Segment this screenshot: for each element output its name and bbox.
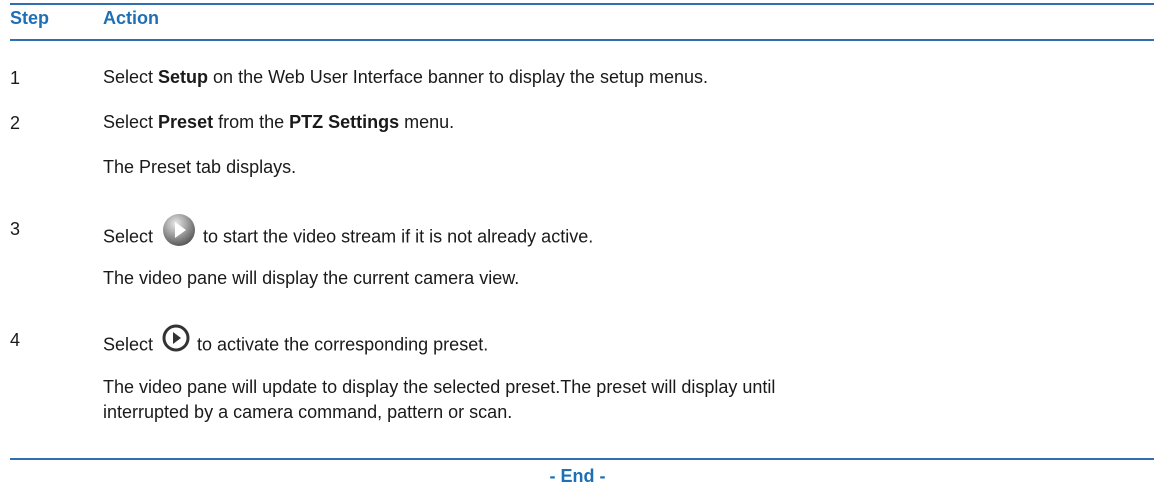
step-4-result-line-2: interrupted by a camera command, pattern… <box>103 402 513 422</box>
end-marker: - End - <box>549 466 606 486</box>
step-1-pre: Select <box>103 67 159 87</box>
step-2-mid: from the <box>213 112 290 132</box>
step-number-4: 4 <box>10 330 21 350</box>
step-number-1: 1 <box>10 68 21 88</box>
step-4-result-line-1: The video pane will update to display th… <box>103 377 776 397</box>
step-1-bold-setup: Setup <box>158 67 209 87</box>
step-3-result: The video pane will display the current … <box>103 268 520 288</box>
step-2-post: menu. <box>399 112 455 132</box>
procedure-table: Step Action 1 Select Setup on the Web Us… <box>0 0 1155 490</box>
step-3-post: to start the video stream if it is not a… <box>203 226 594 247</box>
step-2-result: The Preset tab displays. <box>103 157 297 177</box>
step-2-bold-ptz-settings: PTZ Settings <box>289 112 400 132</box>
step-3-pre: Select <box>103 226 154 247</box>
activate-preset-icon <box>161 323 191 360</box>
play-button-icon <box>161 212 197 255</box>
step-2-instruction: Select Preset from the PTZ Settings menu… <box>103 110 454 135</box>
step-number-2: 2 <box>10 113 21 133</box>
step-3-instruction: Select to start the video stream if it i… <box>103 214 594 259</box>
step-2-bold-preset: Preset <box>158 112 214 132</box>
step-1-instruction: Select Setup on the Web User Interface b… <box>103 65 708 90</box>
step-4-pre: Select <box>103 334 154 355</box>
step-1-post: on the Web User Interface banner to disp… <box>208 67 709 87</box>
header-rule <box>10 39 1154 41</box>
step-number-3: 3 <box>10 219 21 239</box>
step-4-post: to activate the corresponding preset. <box>197 334 489 355</box>
step-4-instruction: Select to activate the corresponding pre… <box>103 324 489 364</box>
bottom-rule <box>10 458 1154 460</box>
step-2-pre: Select <box>103 112 159 132</box>
top-rule <box>10 3 1154 5</box>
header-step: Step <box>10 8 50 28</box>
header-action: Action <box>103 8 159 28</box>
